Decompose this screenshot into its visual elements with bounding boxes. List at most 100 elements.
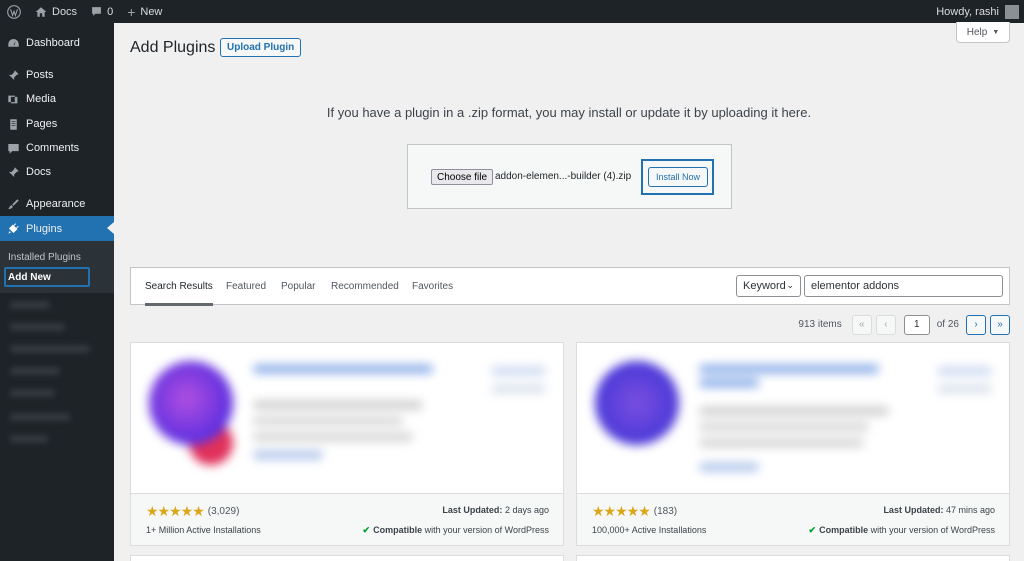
comments-count: 0 [107, 5, 114, 18]
plugin-card-partial [130, 555, 564, 561]
plugin-card-footer: ★★★★★ (3,029) 1+ Million Active Installa… [131, 493, 563, 545]
help-label: Help [966, 26, 988, 38]
blurred-menu-item [10, 301, 50, 309]
plugin-filter-bar: Search Results Featured Popular Recommen… [130, 267, 1010, 306]
plugin-card: ★★★★★ (3,029) 1+ Million Active Installa… [130, 342, 564, 546]
last-updated: Last Updated: 2 days ago [442, 505, 549, 515]
home-icon [35, 6, 47, 17]
last-updated-value: 2 days ago [504, 505, 549, 515]
sidebar-item-label: Plugins [26, 222, 63, 235]
sidebar-item-docs[interactable]: Docs [0, 161, 114, 183]
star-rating: ★★★★★ (3,029) [146, 504, 239, 518]
plugin-card-blurred-content [131, 343, 563, 493]
total-pages: of 26 [936, 319, 959, 330]
sidebar-item-label: Pages [26, 118, 58, 130]
media-icon [6, 92, 20, 106]
checkmark-icon: ✔ [808, 525, 817, 535]
pin-icon [6, 68, 20, 82]
site-name-link[interactable]: Docs [28, 0, 84, 23]
compat-strong: Compatible [373, 525, 423, 535]
blurred-menu-item [10, 323, 65, 331]
tab-recommended[interactable]: Recommended [331, 268, 399, 305]
comment-icon [6, 141, 20, 155]
comment-icon [92, 7, 101, 16]
rating-count: (183) [653, 505, 678, 517]
compat-rest: with your version of WordPress [870, 525, 995, 535]
help-button[interactable]: Help ▼ [956, 22, 1010, 43]
star-icon: ★★★★★ [146, 503, 205, 519]
plugin-icon-image [595, 361, 679, 445]
next-page-button[interactable]: › [966, 314, 986, 335]
sidebar-item-label: Posts [26, 69, 54, 81]
install-now-highlight: Install Now [641, 159, 714, 195]
add-new-highlight [4, 267, 90, 287]
tab-popular[interactable]: Popular [281, 268, 315, 305]
plugin-card-footer: ★★★★★ (183) 100,000+ Active Installation… [577, 493, 1009, 545]
blurred-menu-item [10, 413, 70, 421]
choose-file-button[interactable]: Choose file [431, 169, 494, 185]
plugin-card-partial [576, 555, 1010, 561]
upload-plugin-form: Choose file addon-elemen...-builder (4).… [407, 144, 732, 209]
upload-help-text: If you have a plugin in a .zip format, y… [326, 105, 812, 120]
greeting: Howdy, rashi [936, 5, 999, 18]
last-page-button[interactable]: » [990, 314, 1010, 335]
main-content: Help ▼ Add Plugins Upload Plugin If you … [114, 22, 1024, 561]
sidebar-item-comments[interactable]: Comments [0, 137, 114, 159]
search-type-value: Keyword [743, 280, 786, 292]
current-menu-arrow [107, 222, 114, 234]
selected-file-name: addon-elemen...-builder (4).zip [495, 171, 632, 182]
star-rating: ★★★★★ (183) [592, 504, 677, 518]
last-updated-label: Last Updated: [883, 505, 944, 515]
brush-icon [6, 197, 20, 211]
plugin-card: ★★★★★ (183) 100,000+ Active Installation… [576, 342, 1010, 546]
rating-count: (3,029) [207, 505, 240, 517]
sidebar-item-media[interactable]: Media [0, 88, 114, 110]
page-title: Add Plugins [130, 39, 216, 56]
compat-rest: with your version of WordPress [424, 525, 549, 535]
blurred-menu-item [10, 389, 55, 397]
blurred-menu-item [10, 435, 48, 443]
my-account-link[interactable]: Howdy, rashi [924, 0, 1024, 23]
compatibility: ✔ Compatible with your version of WordPre… [809, 525, 995, 536]
tab-search-results[interactable]: Search Results [145, 268, 213, 306]
pagination: 913 items « ‹ 1 of 26 › » [798, 314, 1010, 335]
dashboard-icon [6, 36, 20, 50]
sidebar-item-plugins[interactable]: Plugins [0, 216, 114, 241]
sidebar-item-label: Media [26, 93, 56, 105]
submenu-installed-plugins[interactable]: Installed Plugins [8, 252, 81, 263]
last-updated-label: Last Updated: [442, 505, 503, 515]
tab-featured[interactable]: Featured [226, 268, 266, 305]
plugin-icon-image [149, 361, 233, 445]
install-now-button[interactable]: Install Now [648, 167, 708, 187]
blurred-menu-item [10, 367, 60, 375]
admin-sidebar: Dashboard Posts Media Pages Comments Doc… [0, 23, 114, 561]
wordpress-logo-icon[interactable] [0, 0, 28, 23]
active-installs: 100,000+ Active Installations [592, 525, 707, 535]
pin-icon [6, 165, 20, 179]
sidebar-item-pages[interactable]: Pages [0, 113, 114, 135]
upload-plugin-button[interactable]: Upload Plugin [220, 38, 302, 57]
search-type-select[interactable]: Keyword ⌄ [736, 275, 801, 297]
plugin-card-blurred-content [577, 343, 1009, 493]
current-page-input[interactable]: 1 [903, 314, 930, 335]
sidebar-item-label: Comments [26, 142, 80, 154]
checkmark-icon: ✔ [362, 525, 371, 535]
items-count: 913 items [798, 319, 842, 330]
star-icon: ★★★★★ [592, 503, 651, 519]
tab-favorites[interactable]: Favorites [412, 268, 453, 305]
last-updated-value: 47 mins ago [945, 505, 995, 515]
sidebar-item-appearance[interactable]: Appearance [0, 193, 114, 215]
sidebar-item-dashboard[interactable]: Dashboard [0, 32, 114, 54]
new-content-link[interactable]: + New [120, 0, 169, 23]
plugin-icon [6, 222, 20, 236]
last-updated: Last Updated: 47 mins ago [883, 505, 995, 515]
compat-strong: Compatible [819, 525, 869, 535]
sidebar-item-label: Docs [26, 166, 52, 178]
sidebar-item-posts[interactable]: Posts [0, 64, 114, 86]
caret-down-icon: ▼ [992, 28, 1000, 36]
comments-link[interactable]: 0 [84, 0, 120, 23]
admin-bar: Docs 0 + New Howdy, rashi [0, 0, 1024, 23]
search-plugins-input[interactable]: elementor addons [804, 275, 1003, 297]
first-page-button: « [851, 314, 872, 335]
sidebar-item-label: Appearance [26, 198, 86, 210]
